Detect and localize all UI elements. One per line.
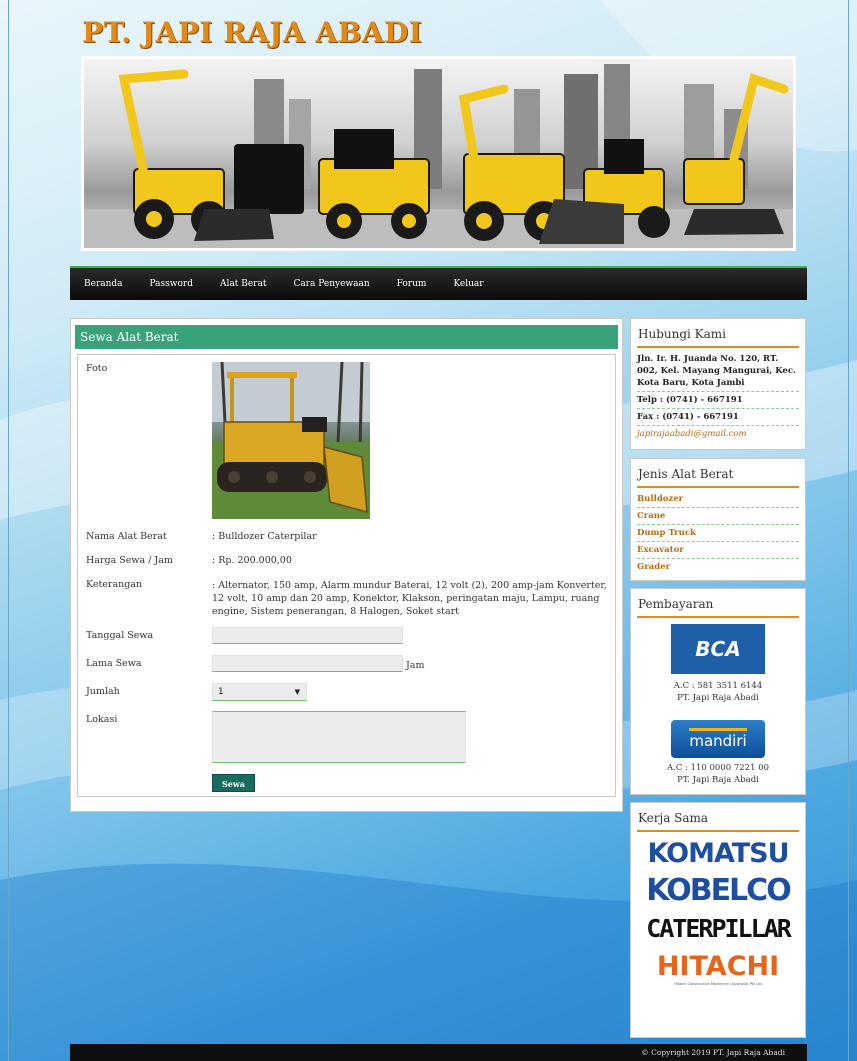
nav-item-forum[interactable]: Forum [397, 279, 427, 289]
jumlah-selected-value: 1 [218, 687, 224, 697]
payment-box: Pembayaran BCA A.C : 581 3511 6144 PT. J… [630, 588, 806, 795]
rental-form: Foto Nama Alat Berat : Bulldozer Caterpi… [77, 354, 616, 797]
contact-title: Hubungi Kami [637, 319, 799, 348]
bca-holder: PT. Japi Raja Abadi [677, 693, 759, 703]
main-navbar: Beranda Password Alat Berat Cara Penyewa… [70, 266, 807, 300]
partners-box: Kerja Sama KOMATSU KOBELCO CATERPILLAR H… [630, 802, 806, 1038]
partner-caterpillar-logo: CATERPILLAR [646, 914, 792, 943]
categories-box: Jenis Alat Berat Bulldozer Crane Dump Tr… [630, 458, 806, 581]
value-nama-alat: : Bulldozer Caterpilar [212, 531, 317, 542]
label-harga: Harga Sewa / Jam [86, 555, 173, 566]
contact-email-link[interactable]: japirajaabadi@gmail.com [637, 426, 799, 442]
sewa-submit-button[interactable]: Sewa [212, 774, 255, 792]
partner-hitachi-logo: HITACHI [656, 951, 780, 982]
jumlah-select[interactable]: 1 ▼ [212, 683, 307, 701]
frame-line-left [8, 0, 9, 1061]
value-harga: : Rp. 200.000,00 [212, 555, 292, 566]
nav-item-beranda[interactable]: Beranda [84, 279, 123, 289]
lama-sewa-unit: Jam [406, 660, 425, 671]
frame-line-right [848, 0, 849, 1061]
payment-title: Pembayaran [637, 589, 799, 618]
label-lokasi: Lokasi [86, 714, 118, 725]
header-banner [81, 56, 796, 251]
category-link-bulldozer[interactable]: Bulldozer [637, 491, 799, 508]
nav-item-keluar[interactable]: Keluar [453, 279, 483, 289]
nav-item-password[interactable]: Password [150, 279, 193, 289]
category-link-dump-truck[interactable]: Dump Truck [637, 525, 799, 542]
partner-kobelco-logo: KOBELCO [646, 873, 791, 908]
contact-address: Jln. Ir. H. Juanda No. 120, RT. 002, Kel… [637, 351, 799, 392]
label-foto: Foto [86, 363, 108, 374]
lama-sewa-input[interactable] [212, 655, 403, 672]
category-link-crane[interactable]: Crane [637, 508, 799, 525]
mandiri-logo: mandiri [671, 720, 765, 758]
footer: © Copyright 2019 PT. Japi Raja Abadi [70, 1044, 807, 1061]
partners-title: Kerja Sama [637, 803, 799, 832]
partner-komatsu-logo: KOMATSU [647, 838, 789, 869]
tanggal-sewa-input[interactable] [212, 627, 403, 644]
site-title: PT. JAPI RAJA ABADI [82, 16, 423, 49]
bca-account: A.C : 581 3511 6144 [673, 681, 763, 691]
mandiri-account: A.C : 110 0000 7221 00 [666, 763, 770, 773]
category-link-excavator[interactable]: Excavator [637, 542, 799, 559]
nav-item-cara-penyewaan[interactable]: Cara Penyewaan [293, 279, 369, 289]
contact-phone: Telp : (0741) - 667191 [637, 392, 799, 409]
rental-form-panel: Sewa Alat Berat Foto Nama Alat Berat: B… [70, 318, 623, 812]
label-nama-alat: Nama Alat Berat [86, 531, 167, 542]
panel-title: Sewa Alat Berat [75, 325, 618, 349]
categories-title: Jenis Alat Berat [637, 459, 799, 488]
lokasi-textarea[interactable] [212, 711, 466, 763]
contact-box: Hubungi Kami Jln. Ir. H. Juanda No. 120,… [630, 318, 806, 450]
label-tanggal-sewa: Tanggal Sewa [86, 630, 154, 641]
equipment-photo [212, 362, 370, 519]
banner-machines-illustration [84, 64, 793, 248]
nav-item-alat-berat[interactable]: Alat Berat [220, 279, 266, 289]
dropdown-arrow-icon: ▼ [294, 688, 300, 696]
bulldozer-image [212, 362, 370, 519]
label-lama-sewa: Lama Sewa [86, 658, 142, 669]
category-link-grader[interactable]: Grader [637, 559, 799, 575]
banner-image [84, 59, 793, 248]
partner-hitachi-subtitle: Hitachi Construction Machinery (Australi… [674, 982, 762, 986]
label-keterangan: Keterangan [86, 579, 143, 590]
footer-copyright: © Copyright 2019 PT. Japi Raja Abadi [641, 1048, 785, 1057]
contact-fax: Fax : (0741) - 667191 [637, 409, 799, 426]
value-keterangan: : Alternator, 150 amp, Alarm mundur Bate… [212, 580, 607, 617]
label-jumlah: Jumlah [86, 686, 120, 697]
bca-logo: BCA [671, 624, 765, 674]
mandiri-holder: PT. Japi Raja Abadi [677, 775, 759, 785]
